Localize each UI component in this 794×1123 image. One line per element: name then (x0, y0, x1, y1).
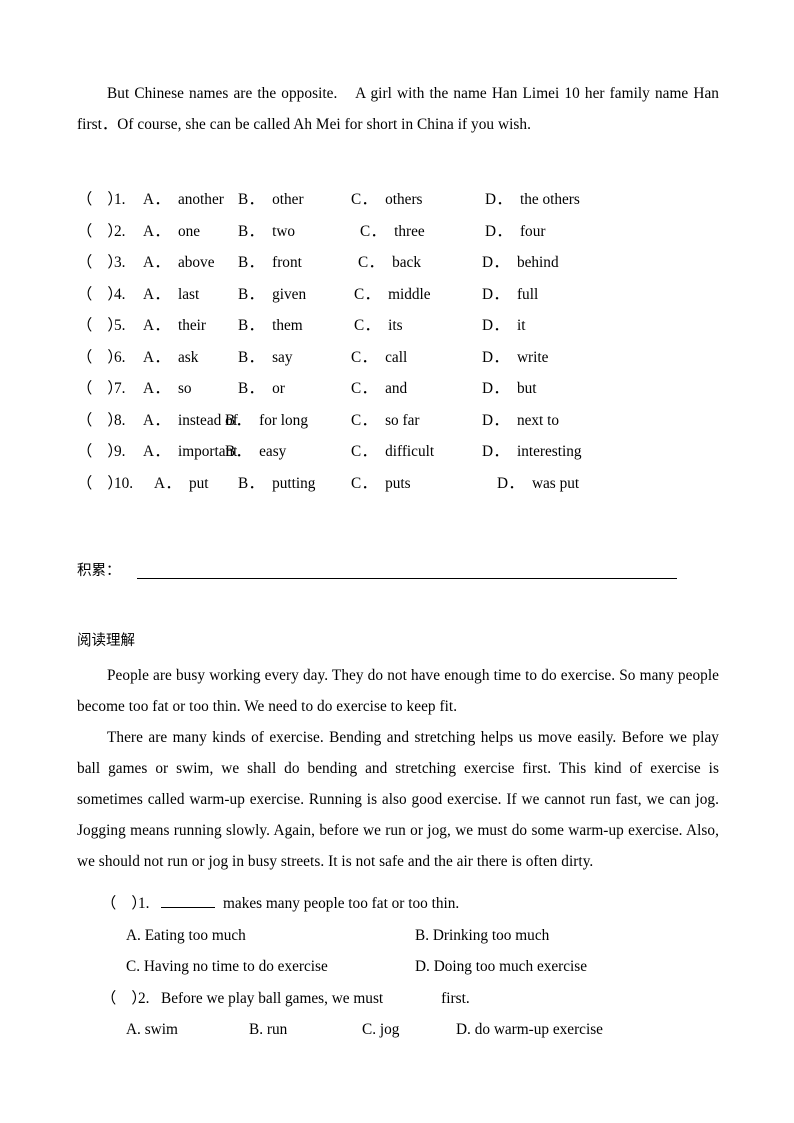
option-a[interactable]: A． important (143, 436, 237, 468)
option-d[interactable]: D. do warm-up exercise (456, 1014, 603, 1046)
question-number: 5. (114, 317, 126, 334)
option-c[interactable]: C． middle (354, 279, 431, 311)
cloze-row[interactable]: （） 2. A． one B． two C． three D． four (77, 216, 719, 248)
option-a[interactable]: A． one (143, 216, 200, 248)
option-d[interactable]: D. Doing too much exercise (415, 951, 587, 983)
reading-question-options: A. swim B. run C. jog D. do warm-up exer… (77, 1014, 719, 1046)
question-number: 8. (114, 411, 126, 429)
option-d[interactable]: D． but (482, 373, 537, 405)
option-d[interactable]: D． next to (482, 405, 559, 437)
option-a[interactable]: A． last (143, 279, 199, 311)
cloze-row[interactable]: （） 9. A． important B． easy C． difficult D． i… (77, 436, 719, 468)
cloze-row[interactable]: （） 1. A． another B． other C． others D． the o… (77, 184, 719, 216)
reading-passage: People are busy working every day. They … (77, 660, 719, 877)
option-d[interactable]: D． interesting (482, 436, 582, 468)
option-a[interactable]: A. swim (126, 1014, 178, 1046)
option-a[interactable]: A． instead of (143, 405, 238, 437)
reading-question-options: C. Having no time to do exercise D. Doin… (77, 951, 719, 983)
option-b[interactable]: B． front (238, 247, 302, 279)
reading-question-options: A. Eating too much B. Drinking too much (77, 920, 719, 952)
option-c[interactable]: C． its (354, 310, 403, 342)
option-d[interactable]: D． the others (485, 184, 580, 216)
option-b[interactable]: B． other (238, 184, 304, 216)
option-d[interactable]: D． was put (497, 468, 579, 500)
question-number: 3. (114, 254, 126, 271)
option-b[interactable]: B． or (238, 373, 285, 405)
reading-paragraph: People are busy working every day. They … (77, 667, 719, 715)
option-d[interactable]: D． four (485, 216, 545, 248)
option-c[interactable]: C． others (351, 184, 423, 216)
option-a[interactable]: A． another (143, 184, 224, 216)
cloze-row[interactable]: （） 3. A． above B． front C． back D． behind (77, 247, 719, 279)
option-d[interactable]: D． behind (482, 247, 559, 279)
option-a[interactable]: A． put (154, 468, 209, 500)
question-number: 1. (114, 191, 126, 208)
option-b[interactable]: B． putting (238, 468, 315, 500)
option-b[interactable]: B． given (238, 279, 306, 311)
cloze-row[interactable]: （） 4. A． last B． given C． middle D． full (77, 279, 719, 311)
cloze-row[interactable]: （） 7. A． so B． or C． and D． but (77, 373, 719, 405)
document-page: But Chinese names are the opposite. A gi… (0, 0, 794, 1123)
reading-question: （） 1. makes many people too fat or too t… (77, 888, 719, 983)
answer-blank[interactable] (161, 895, 215, 908)
option-b[interactable]: B． say (238, 342, 293, 374)
option-a[interactable]: A． their (143, 310, 206, 342)
document-content: But Chinese names are the opposite. A gi… (77, 78, 719, 1046)
option-c[interactable]: C. Having no time to do exercise (126, 951, 328, 983)
option-b[interactable]: B． for long (225, 405, 308, 437)
option-a[interactable]: A． above (143, 247, 214, 279)
option-b[interactable]: B． them (238, 310, 303, 342)
question-number: 1. (138, 895, 150, 912)
cloze-options-block: （） 1. A． another B． other C． others D． the o… (77, 184, 719, 499)
option-a[interactable]: A. Eating too much (126, 920, 246, 952)
question-number: 6. (114, 348, 126, 366)
reading-question-stem[interactable]: （） 2. Before we play ball games, we must… (77, 983, 719, 1015)
question-number: 7. (114, 380, 126, 397)
question-number: 9. (114, 443, 126, 460)
question-number: 2. (138, 989, 150, 1007)
accumulation-write-line[interactable] (137, 578, 677, 579)
option-d[interactable]: D． write (482, 342, 548, 374)
cloze-row[interactable]: （） 8. A． instead of B． for long C． so far D… (77, 405, 719, 437)
reading-section-heading: 阅读理解 (77, 633, 135, 649)
question-number: 2. (114, 222, 126, 240)
reading-question-stem-text: makes many people too fat or too thin. (161, 888, 459, 920)
option-c[interactable]: C． three (360, 216, 425, 248)
option-b[interactable]: B. run (249, 1014, 287, 1046)
cloze-row[interactable]: （） 6. A． ask B． say C． call D． write (77, 342, 719, 374)
reading-question-stem-text: Before we play ball games, we must first. (161, 989, 470, 1007)
option-d[interactable]: D． it (482, 310, 525, 342)
option-c[interactable]: C． puts (351, 468, 411, 500)
intro-paragraph: But Chinese names are the opposite. A gi… (77, 85, 719, 133)
option-b[interactable]: B． two (238, 216, 295, 248)
option-c[interactable]: C． back (358, 247, 421, 279)
option-a[interactable]: A． so (143, 373, 192, 405)
option-d[interactable]: D． full (482, 279, 538, 311)
option-c[interactable]: C． call (351, 342, 407, 374)
option-b[interactable]: B. Drinking too much (415, 920, 549, 952)
reading-paragraph: There are many kinds of exercise. Bendin… (77, 729, 719, 870)
reading-question-stem[interactable]: （） 1. makes many people too fat or too t… (77, 888, 719, 920)
reading-question: （） 2. Before we play ball games, we must… (77, 983, 719, 1046)
option-a[interactable]: A． ask (143, 342, 198, 374)
question-number: 4. (114, 285, 126, 303)
option-c[interactable]: C． difficult (351, 436, 434, 468)
option-b[interactable]: B． easy (225, 436, 286, 468)
option-c[interactable]: C． and (351, 373, 407, 405)
option-c[interactable]: C． so far (351, 405, 420, 437)
cloze-row[interactable]: （） 5. A． their B． them C． its D． it (77, 310, 719, 342)
cloze-row[interactable]: （） 10. A． put B． putting C． puts D． was put (77, 468, 719, 500)
accumulation-section: 积累： (77, 556, 719, 586)
option-c[interactable]: C. jog (362, 1014, 399, 1046)
accumulation-label: 积累： (77, 563, 121, 579)
question-number: 10. (114, 474, 134, 492)
